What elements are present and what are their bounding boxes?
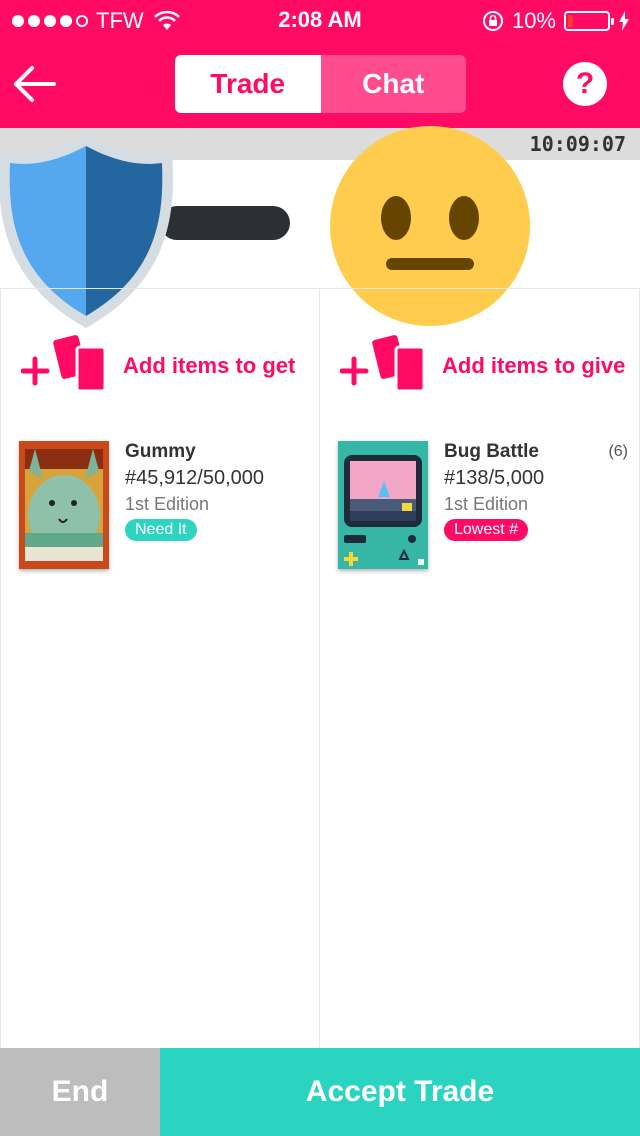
add-cards-icon [21, 335, 107, 393]
tab-trade[interactable]: Trade [175, 55, 321, 113]
status-left: TFW [12, 8, 180, 34]
back-arrow-icon[interactable] [12, 62, 58, 106]
get-column: Add items to get Gummy #45,912/50,000 1s… [0, 288, 320, 1048]
connector-bar [160, 206, 290, 240]
add-items-to-give-label: Add items to give [442, 353, 626, 378]
battery-percent: 10% [511, 8, 556, 33]
card-thumbnail [338, 441, 428, 569]
item-name: Gummy [125, 441, 196, 462]
item-number: #138/5,000 [444, 467, 545, 489]
rotation-lock-icon [482, 11, 503, 31]
item-number: #45,912/50,000 [125, 467, 265, 489]
card-thumbnail [19, 441, 109, 569]
wifi-icon [153, 11, 180, 30]
item-info: Bug Battle #138/5,000 1st Edition Lowest… [444, 441, 544, 541]
add-items-to-get-label: Add items to get [123, 353, 296, 378]
status-right: 10% [482, 8, 630, 34]
nav-bar: Trade Chat ? [0, 40, 640, 128]
trade-avatars [0, 126, 640, 328]
tab-chat[interactable]: Chat [320, 55, 466, 113]
item-name: Bug Battle [444, 441, 539, 462]
help-button[interactable]: ? [563, 62, 607, 106]
trade-columns: Add items to get Gummy #45,912/50,000 1s… [0, 288, 640, 1048]
end-trade-button[interactable]: End [0, 1048, 160, 1136]
item-edition: 1st Edition [125, 494, 210, 514]
add-cards-icon [340, 335, 426, 393]
accept-trade-button[interactable]: Accept Trade [160, 1048, 640, 1136]
carrier-name: TFW [96, 8, 144, 33]
add-items-to-get-button[interactable]: Add items to get [21, 335, 295, 397]
trade-item-card[interactable]: Bug Battle #138/5,000 1st Edition Lowest… [338, 441, 628, 573]
trade-item-card[interactable]: Gummy #45,912/50,000 1st Edition Need It [19, 441, 309, 573]
lowest-number-badge: Lowest # [444, 519, 529, 541]
status-bar: TFW 2:08 AM 10% [0, 0, 640, 40]
item-edition: 1st Edition [444, 494, 529, 514]
charging-icon [619, 11, 629, 31]
need-it-badge: Need It [125, 519, 197, 541]
give-column: Add items to give Bug Battle #138/5,000 [320, 288, 640, 1048]
add-items-to-give-button[interactable]: Add items to give [340, 335, 625, 397]
item-info: Gummy #45,912/50,000 1st Edition Need It [125, 441, 264, 541]
trade-timer: 10:09:07 [529, 132, 626, 156]
item-count: (6) [608, 443, 628, 460]
battery-icon [564, 11, 614, 31]
segmented-control: Trade Chat [175, 55, 466, 113]
signal-icon [12, 15, 88, 27]
bottom-actions: End Accept Trade [0, 1048, 640, 1136]
